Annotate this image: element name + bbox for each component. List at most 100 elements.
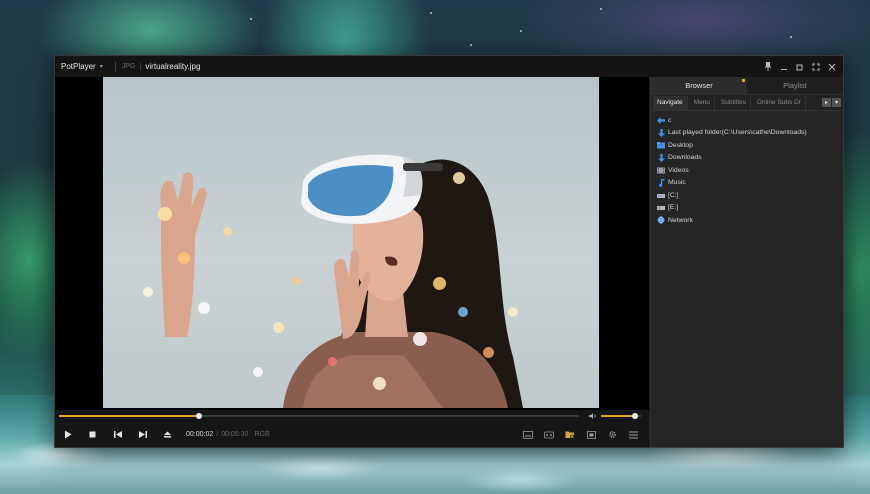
- subtab-navigate[interactable]: Navigate: [653, 95, 688, 110]
- play-button[interactable]: [55, 422, 80, 447]
- scroll-right-arrow-icon[interactable]: ▸: [822, 98, 831, 107]
- bokeh-light: [293, 277, 301, 285]
- 3d-mode-button[interactable]: [539, 422, 559, 447]
- network-globe-icon: [657, 216, 665, 224]
- side-panel: Browser Playlist Navigate Menu Subtitles…: [650, 77, 843, 447]
- volume-slider-thumb[interactable]: [632, 413, 638, 419]
- list-item-desktop[interactable]: Desktop: [657, 139, 843, 152]
- star: [430, 12, 432, 14]
- subtitle-button[interactable]: [518, 422, 538, 447]
- total-time: 00:05:30: [221, 431, 249, 438]
- film-icon: [657, 166, 665, 174]
- list-item-music[interactable]: Music: [657, 177, 843, 190]
- app-menu-label: PotPlayer: [61, 62, 96, 71]
- panel-sub-tabs: Navigate Menu Subtitles Online Subs Dr ▸…: [651, 95, 843, 111]
- hamburger-menu-icon: [628, 431, 638, 438]
- list-item-downloads[interactable]: Downloads: [657, 152, 843, 165]
- video-area[interactable]: [55, 77, 649, 410]
- title-separator: [114, 61, 116, 72]
- bokeh-light: [328, 357, 337, 366]
- skip-previous-icon: [113, 431, 122, 438]
- bokeh-light: [483, 347, 494, 358]
- app-menu-button[interactable]: PotPlayer ▾: [55, 56, 109, 77]
- time-display: 00:00:02 / 00:05:30: [186, 431, 248, 438]
- list-item-last-played[interactable]: Last played folder(C:\Users\cathe\Downlo…: [657, 127, 843, 140]
- bokeh-light: [458, 307, 468, 317]
- right-controls: [518, 422, 643, 447]
- tab-browser[interactable]: Browser: [651, 77, 747, 94]
- eject-button[interactable]: [155, 422, 180, 447]
- stop-button[interactable]: [80, 422, 105, 447]
- minimize-button[interactable]: [777, 60, 791, 74]
- list-item-videos[interactable]: Videos: [657, 164, 843, 177]
- bokeh-light: [373, 377, 386, 390]
- star: [600, 8, 602, 10]
- close-icon: [828, 63, 836, 70]
- bokeh-light: [178, 252, 190, 264]
- bokeh-light: [413, 332, 427, 346]
- list-item-drive-c[interactable]: [C:]: [657, 189, 843, 202]
- subtab-online-subs[interactable]: Online Subs Dr: [753, 95, 806, 110]
- list-item-label: Last played folder(C:\Users\cathe\Downlo…: [668, 129, 807, 137]
- bokeh-light: [453, 172, 465, 184]
- download-arrow-icon: [657, 128, 665, 137]
- list-item-label: [C:]: [668, 191, 679, 199]
- list-item-label: [E:]: [668, 204, 679, 212]
- dropdown-arrow-icon[interactable]: ▾: [832, 98, 841, 107]
- file-type-label: JPG: [121, 63, 136, 70]
- bokeh-light: [433, 277, 446, 290]
- back-arrow-icon: [657, 116, 665, 124]
- seek-bar[interactable]: [59, 413, 579, 419]
- list-item-back[interactable]: c: [657, 114, 843, 127]
- music-note-icon: [657, 178, 665, 187]
- vr-photo: [160, 154, 523, 408]
- download-arrow-icon: [657, 153, 665, 162]
- tab-playlist[interactable]: Playlist: [747, 77, 843, 94]
- subtab-subtitles[interactable]: Subtitles: [717, 95, 751, 110]
- fullscreen-button[interactable]: [809, 60, 823, 74]
- title-divider: |: [139, 62, 142, 71]
- volume-slider[interactable]: [601, 413, 641, 419]
- open-folder-button[interactable]: [560, 422, 580, 447]
- file-name: virtualreality.jpg: [145, 62, 201, 71]
- list-item-network[interactable]: Network: [657, 214, 843, 227]
- seek-bar-thumb[interactable]: [196, 413, 203, 419]
- volume-icon[interactable]: [589, 412, 597, 420]
- fullscreen-icon: [812, 63, 820, 70]
- close-button[interactable]: [825, 60, 839, 74]
- list-item-drive-e[interactable]: [E:]: [657, 202, 843, 215]
- vr-3d-icon: [544, 431, 554, 438]
- color-format-label: RGB: [254, 431, 270, 438]
- restore-button[interactable]: [793, 60, 807, 74]
- navigate-list: c Last played folder(C:\Users\cathe\Down…: [651, 111, 843, 227]
- settings-button[interactable]: [602, 422, 622, 447]
- player-window: PotPlayer ▾ JPG | virtualreality.jpg 00:…: [54, 55, 844, 448]
- next-button[interactable]: [130, 422, 155, 447]
- bokeh-light: [273, 322, 284, 333]
- panel-tabs: Browser Playlist: [651, 77, 843, 95]
- list-item-label: Downloads: [668, 154, 702, 162]
- menu-button[interactable]: [623, 422, 643, 447]
- drive-icon: [657, 204, 665, 212]
- list-item-label: Videos: [668, 166, 689, 174]
- previous-button[interactable]: [105, 422, 130, 447]
- subtab-menu[interactable]: Menu: [690, 95, 715, 110]
- skip-next-icon: [138, 431, 147, 438]
- image-display: [103, 77, 599, 408]
- seek-row: [55, 410, 649, 422]
- control-bar: 00:00:02 / 00:05:30 RGB: [55, 422, 649, 447]
- eject-icon: [164, 431, 171, 438]
- time-separator: /: [216, 431, 219, 438]
- drive-icon: [657, 191, 665, 199]
- subtitle-icon: [523, 430, 533, 439]
- bokeh-light: [508, 307, 518, 317]
- pin-button[interactable]: [761, 60, 775, 74]
- bokeh-light: [223, 227, 232, 236]
- desktop-folder-icon: [657, 141, 665, 149]
- capture-button[interactable]: [581, 422, 601, 447]
- seek-bar-fill: [59, 415, 200, 417]
- capture-icon: [586, 430, 596, 439]
- minimize-icon: [781, 68, 787, 70]
- star: [470, 44, 472, 46]
- bokeh-light: [198, 302, 210, 314]
